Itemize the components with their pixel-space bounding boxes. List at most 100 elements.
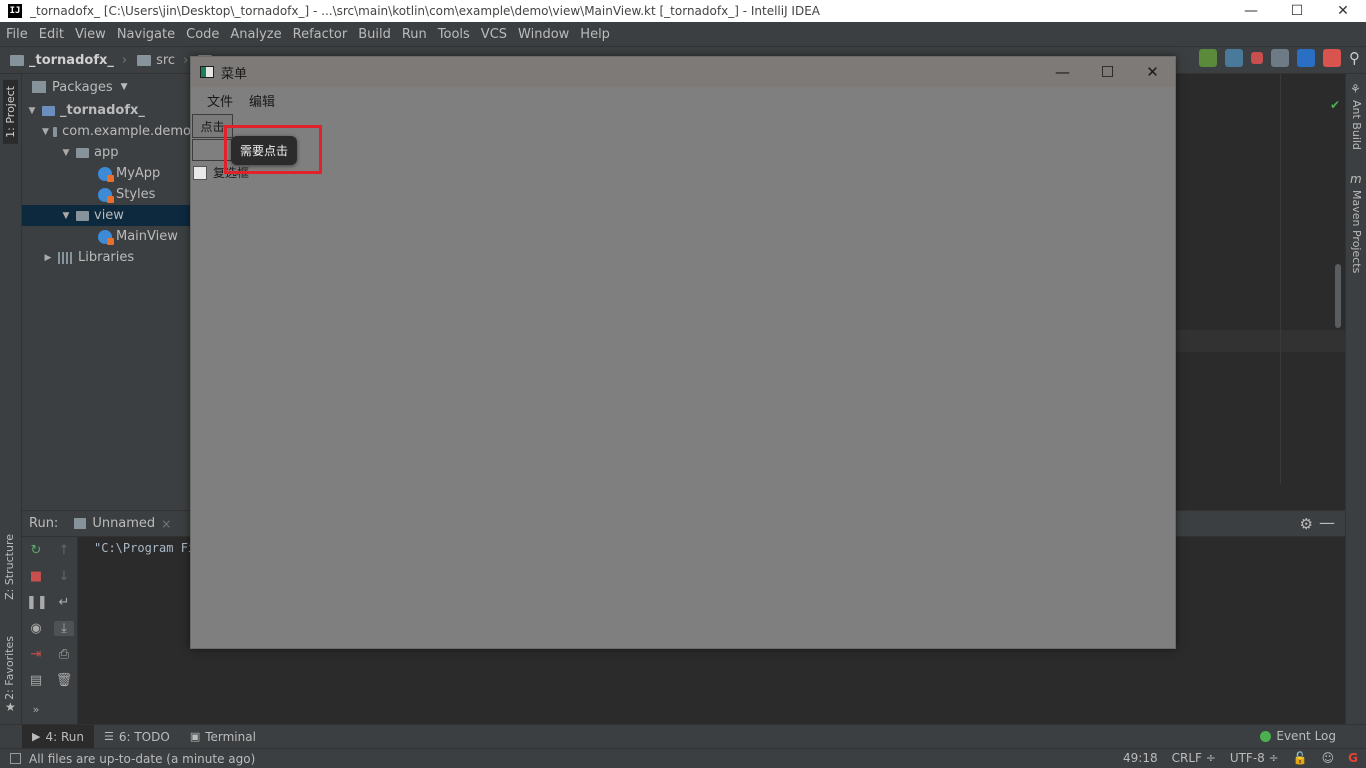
tab-run[interactable]: ▶ 4: Run — [22, 724, 94, 749]
close-tab-icon[interactable]: × — [161, 517, 171, 531]
project-panel: Packages ▼ ▼ _tornadofx_ ▼ com.example.d… — [22, 74, 192, 510]
menu-edit[interactable]: Edit — [33, 27, 69, 42]
pause-icon[interactable]: ❚❚ — [26, 595, 48, 610]
ant-icon: ⚘ — [1350, 82, 1361, 96]
translate-icon[interactable] — [1297, 49, 1315, 67]
inspection-ok-icon: ✔ — [1330, 98, 1341, 112]
menu-analyze[interactable]: Analyze — [224, 27, 286, 42]
tool-windows-toggle-icon[interactable] — [10, 753, 21, 764]
menu-help[interactable]: Help — [574, 27, 615, 42]
tree-item-label: Libraries — [78, 250, 135, 265]
menu-navigate[interactable]: Navigate — [111, 27, 180, 42]
kotlin-class-icon — [98, 166, 114, 182]
intellij-logo-icon: IJ — [8, 4, 22, 18]
tree-item-project-root[interactable]: ▼ _tornadofx_ — [22, 100, 191, 121]
tree-item-label: _tornadofx_ — [60, 103, 145, 118]
scroll-to-end-icon[interactable]: ⤓ — [54, 621, 74, 636]
tree-item-package-app[interactable]: ▼ app — [22, 142, 191, 163]
module-folder-icon — [42, 105, 55, 116]
lock-icon[interactable]: 🔓 — [1293, 751, 1308, 765]
menu-build[interactable]: Build — [352, 27, 396, 42]
right-tool-stripe: ⚘ Ant Build m Maven Projects — [1345, 74, 1366, 724]
menu-refactor[interactable]: Refactor — [287, 27, 353, 42]
print-icon[interactable]: ⎙ — [54, 647, 74, 662]
terminal-icon: ▣ — [189, 730, 201, 743]
favorites-tool-tab[interactable]: 2: Favorites — [3, 636, 16, 700]
hector-icon[interactable]: ☺ — [1322, 751, 1335, 765]
app-menu-edit[interactable]: 编辑 — [241, 91, 283, 110]
down-arrow-icon[interactable]: ↓ — [54, 569, 74, 584]
project-tool-tab[interactable]: 1: Project — [3, 80, 18, 144]
menu-file[interactable]: File — [0, 27, 33, 42]
soft-wrap-icon[interactable]: ↵ — [54, 595, 74, 610]
close-button[interactable]: ✕ — [1320, 0, 1366, 22]
right-margin-guide — [1280, 74, 1281, 484]
gear-icon[interactable]: ⚙ — [1300, 515, 1313, 533]
up-arrow-icon[interactable]: ↑ — [54, 543, 74, 558]
menu-run[interactable]: Run — [396, 27, 432, 42]
module-folder-icon — [10, 54, 24, 66]
line-separator-selector[interactable]: CRLF ÷ — [1172, 751, 1216, 765]
expand-arrow-icon[interactable]: ▼ — [26, 106, 38, 116]
event-log-label: Event Log — [1276, 729, 1336, 743]
stop-icon[interactable]: ■ — [26, 569, 46, 584]
tab-run-label: 4: Run — [45, 729, 84, 744]
encoding-selector[interactable]: UTF-8 ÷ — [1230, 751, 1279, 765]
project-view-selector[interactable]: Packages ▼ — [22, 74, 191, 100]
breadcrumb-src[interactable]: src › — [137, 53, 188, 68]
more-icon[interactable]: » — [26, 703, 46, 716]
menu-view[interactable]: View — [69, 27, 111, 42]
maximize-button[interactable]: ☐ — [1274, 0, 1320, 22]
event-log-tab[interactable]: Event Log — [1260, 729, 1336, 743]
search-icon[interactable]: ⚲ — [1349, 49, 1360, 67]
tree-item-package-demo[interactable]: ▼ com.example.demo — [22, 121, 191, 142]
minimize-button[interactable]: — — [1228, 0, 1274, 22]
run-config-tab[interactable]: Unnamed × — [74, 516, 171, 531]
stop-icon[interactable] — [1251, 52, 1263, 64]
coverage-icon[interactable] — [1225, 49, 1243, 67]
app-maximize-button[interactable]: ☐ — [1085, 57, 1130, 87]
tree-item-myapp[interactable]: MyApp — [22, 163, 191, 184]
expand-arrow-icon[interactable]: ▼ — [42, 127, 49, 137]
breadcrumb-label: src — [156, 52, 176, 68]
expand-arrow-icon[interactable]: ▼ — [60, 211, 72, 221]
camera-icon[interactable]: ◉ — [26, 621, 46, 636]
structure-tool-tab[interactable]: Z: Structure — [3, 534, 16, 600]
expand-arrow-icon[interactable]: ▶ — [42, 253, 54, 263]
caret-position[interactable]: 49:18 — [1123, 751, 1158, 765]
app-close-button[interactable]: ✕ — [1130, 57, 1175, 87]
exit-icon[interactable]: ⇥ — [26, 647, 46, 662]
layout-icon[interactable]: ▤ — [26, 673, 46, 688]
project-view-label: Packages — [52, 79, 113, 95]
tree-item-libraries[interactable]: ▶ Libraries — [22, 247, 191, 268]
expand-arrow-icon[interactable]: ▼ — [60, 148, 72, 158]
tree-item-mainview[interactable]: MainView — [22, 226, 191, 247]
tab-todo[interactable]: ☰ 6: TODO — [94, 725, 180, 749]
trash-icon[interactable]: 🗑 — [54, 673, 74, 688]
menu-window[interactable]: Window — [512, 27, 574, 42]
menu-code[interactable]: Code — [180, 27, 224, 42]
main-menu-bar: File Edit View Navigate Code Analyze Ref… — [0, 22, 1366, 46]
ant-build-tool-tab[interactable]: Ant Build — [1350, 100, 1363, 150]
project-structure-icon[interactable] — [1271, 49, 1289, 67]
maven-icon: m — [1350, 172, 1362, 186]
google-icon[interactable]: G — [1348, 751, 1358, 765]
hide-panel-icon[interactable]: — — [1319, 513, 1335, 532]
maven-projects-tool-tab[interactable]: Maven Projects — [1350, 190, 1363, 273]
app-minimize-button[interactable]: — — [1040, 57, 1085, 87]
editor-scrollbar[interactable] — [1335, 264, 1341, 328]
tree-item-package-view[interactable]: ▼ view — [22, 205, 191, 226]
play-icon: ▶ — [32, 730, 41, 743]
checkbox-box[interactable] — [193, 165, 207, 180]
app-window: 菜单 — ☐ ✕ 文件 编辑 点击 复选框 需要点击 — [190, 56, 1176, 649]
rerun-icon[interactable]: ↻ — [26, 543, 46, 558]
menu-vcs[interactable]: VCS — [475, 27, 512, 42]
tab-terminal[interactable]: ▣ Terminal — [180, 725, 266, 749]
menu-tools[interactable]: Tools — [432, 27, 475, 42]
tree-item-styles[interactable]: Styles — [22, 184, 191, 205]
office-plugin-icon[interactable] — [1323, 49, 1341, 67]
console-output[interactable]: "C:\Program Fi — [94, 541, 195, 555]
debug-icon[interactable] — [1199, 49, 1217, 67]
breadcrumb-project[interactable]: _tornadofx_ › — [10, 53, 127, 68]
app-menu-file[interactable]: 文件 — [199, 91, 241, 110]
